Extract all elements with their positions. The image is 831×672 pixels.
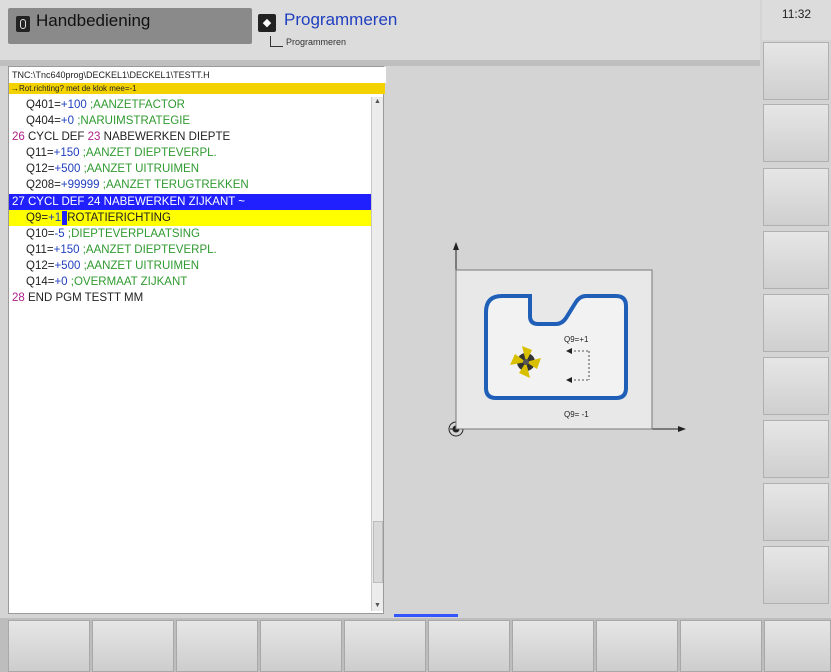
vertical-softkey-4[interactable] <box>763 231 829 289</box>
q-parameter: Q14= <box>26 276 55 289</box>
mode-program-sub-label: Programmeren <box>286 37 347 47</box>
mode-tab-program[interactable]: ◆ Programmeren Programmeren <box>258 8 488 47</box>
clock: 11:32 <box>762 0 831 40</box>
program-line[interactable]: Q401=+100 ;AANZETFACTOR <box>9 97 371 113</box>
program-line[interactable]: 26 CYCL DEF 23 NABEWERKEN DIEPTE <box>9 129 371 145</box>
q-parameter: Q208= <box>26 179 61 192</box>
program-line[interactable]: Q404=+0 ;NARUIMSTRATEGIE <box>9 113 371 129</box>
hand-mode-icon <box>16 16 30 32</box>
screen-layout-indicator <box>394 614 458 617</box>
softkey-7[interactable] <box>512 620 594 672</box>
line-comment: NABEWERKEN DIEPTE <box>103 131 231 144</box>
cycle-help-graphic: Q9=+1 Q9= -1 <box>448 242 686 437</box>
q-value: -5 <box>54 227 65 240</box>
program-line[interactable]: Q11=+150 ;AANZET DIEPTEVERPL. <box>9 242 371 258</box>
program-line[interactable]: Q10=-5 ;DIEPTEVERPLAATSING <box>9 226 371 242</box>
header-bar: Handbediening ◆ Programmeren Programmere… <box>0 0 760 60</box>
vertical-softkey-2[interactable] <box>763 104 829 162</box>
vertical-softkey-1[interactable] <box>763 42 829 100</box>
line-comment: ;AANZET UITRUIMEN <box>83 259 199 272</box>
line-comment: ;AANZET DIEPTEVERPL. <box>82 147 217 160</box>
program-line[interactable]: Q9=+1 ROTATIERICHTING <box>9 209 371 226</box>
line-comment: NABEWERKEN ZIJKANT ~ <box>103 195 245 208</box>
line-comment: ;AANZET UITRUIMEN <box>83 163 199 176</box>
vertical-softkey-3[interactable] <box>763 168 829 226</box>
line-comment: ;NARUIMSTRATEGIE <box>77 115 191 128</box>
vertical-softkey-5[interactable] <box>763 294 829 352</box>
program-line[interactable]: 27 CYCL DEF 24 NABEWERKEN ZIJKANT ~ <box>9 193 371 210</box>
program-editor[interactable]: TNC:\Tnc640prog\DECKEL1\DECKEL1\TESTT.H … <box>8 66 386 614</box>
vertical-softkey-9[interactable] <box>763 546 829 604</box>
x-axis-arrow-icon <box>678 426 686 432</box>
scroll-down-arrow-icon[interactable]: ▼ <box>372 601 383 611</box>
vertical-softkey-6[interactable] <box>763 357 829 415</box>
q-parameter: Q401= <box>26 99 61 111</box>
scroll-thumb[interactable] <box>373 521 383 583</box>
softkey-5[interactable] <box>344 620 426 672</box>
q-value: 23 <box>87 131 101 144</box>
program-lines[interactable]: Q401=+100 ;AANZETFACTOR Q404=+0 ;NARUIMST… <box>9 97 371 306</box>
q-value: +0 <box>54 276 68 289</box>
vertical-softkey-8[interactable] <box>763 483 829 541</box>
program-line[interactable]: Q12=+500 ;AANZET UITRUIMEN <box>9 258 371 274</box>
softkey-8[interactable] <box>596 620 678 672</box>
line-keyword: CYCL DEF <box>28 195 88 208</box>
line-keyword: CYCL DEF <box>28 131 88 144</box>
q-value: 24 <box>87 195 101 208</box>
mode-program-label: Programmeren <box>284 10 398 29</box>
q-parameter: Q11= <box>26 147 54 160</box>
line-keyword: END PGM TESTT MM <box>28 292 144 305</box>
line-number: 27 <box>12 195 25 208</box>
line-comment: ;OVERMAAT ZIJKANT <box>70 276 188 289</box>
program-path: TNC:\Tnc640prog\DECKEL1\DECKEL1\TESTT.H <box>9 67 386 83</box>
softkey-3[interactable] <box>176 620 258 672</box>
program-line[interactable]: Q14=+0 ;OVERMAAT ZIJKANT <box>9 274 371 290</box>
line-number: 28 <box>12 292 25 305</box>
dialog-prompt: →Rot.richting? met de klok mee=-1 <box>9 83 385 94</box>
scrollbar[interactable]: ▲ ▼ <box>371 97 383 611</box>
line-comment: ;AANZET TERUGTREKKEN <box>102 179 249 192</box>
q-value: +150 <box>53 243 80 256</box>
q-parameter: Q11= <box>26 243 54 256</box>
q-value: +500 <box>54 163 81 176</box>
softkey-9[interactable] <box>680 620 762 672</box>
program-folder-icon <box>270 36 283 47</box>
program-line[interactable]: 28 END PGM TESTT MM <box>9 290 371 306</box>
q-value: +1 <box>48 211 62 224</box>
q-value: +100 <box>60 99 87 111</box>
program-mode-icon: ◆ <box>258 14 276 32</box>
line-comment: ;AANZETFACTOR <box>89 99 185 111</box>
softkey-6[interactable] <box>428 620 510 672</box>
q9-plus-label: Q9=+1 <box>564 335 589 344</box>
mode-tab-manual[interactable]: Handbediening <box>8 8 252 44</box>
y-axis-arrow-icon <box>453 242 459 250</box>
line-number: 26 <box>12 131 25 144</box>
line-comment: ROTATIERICHTING <box>67 211 171 224</box>
program-line[interactable]: Q208=+99999 ;AANZET TERUGTREKKEN <box>9 177 371 193</box>
softkey-2[interactable] <box>92 620 174 672</box>
q-parameter: Q12= <box>26 259 55 272</box>
scroll-up-arrow-icon[interactable]: ▲ <box>372 97 383 107</box>
program-line[interactable]: Q12=+500 ;AANZET UITRUIMEN <box>9 161 371 177</box>
line-comment: ;AANZET DIEPTEVERPL. <box>82 243 217 256</box>
q-value: +0 <box>60 115 74 128</box>
mode-manual-label: Handbediening <box>36 11 151 30</box>
q-parameter: Q9= <box>26 211 49 224</box>
q-value: +150 <box>53 147 80 160</box>
program-line[interactable]: Q11=+150 ;AANZET DIEPTEVERPL. <box>9 145 371 161</box>
q-parameter: Q404= <box>26 115 61 128</box>
softkey-10[interactable] <box>764 620 831 672</box>
q9-minus-label: Q9= -1 <box>564 410 589 419</box>
q-parameter: Q12= <box>26 163 55 176</box>
softkey-4[interactable] <box>260 620 342 672</box>
q-parameter: Q10= <box>26 227 55 240</box>
vertical-softkey-7[interactable] <box>763 420 829 478</box>
softkey-1[interactable] <box>8 620 90 672</box>
q-value: +99999 <box>60 179 100 192</box>
q-value: +500 <box>54 259 81 272</box>
line-comment: ;DIEPTEVERPLAATSING <box>67 227 200 240</box>
